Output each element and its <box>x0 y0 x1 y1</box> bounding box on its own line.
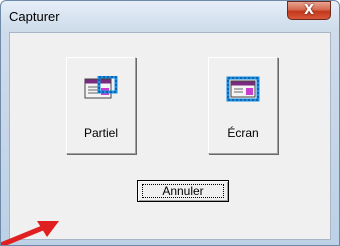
cancel-label: Annuler <box>162 184 204 198</box>
title-bar[interactable]: Capturer X <box>1 1 339 31</box>
capture-dialog: Capturer X Partiel Écran Annuler <box>0 0 340 246</box>
screen-capture-button[interactable]: Écran <box>208 57 278 154</box>
window-title: Capturer <box>9 9 60 24</box>
screen-capture-label: Écran <box>227 126 259 140</box>
dialog-body: Partiel Écran Annuler <box>9 32 331 240</box>
cancel-button[interactable]: Annuler <box>137 180 229 202</box>
close-icon: X <box>303 3 315 18</box>
partial-capture-button[interactable]: Partiel <box>66 57 136 154</box>
pointer-arrow-icon <box>1 221 59 245</box>
partial-capture-icon <box>84 76 118 99</box>
partial-capture-label: Partiel <box>83 126 118 140</box>
close-button[interactable]: X <box>287 1 331 20</box>
screen-capture-icon <box>226 76 260 102</box>
